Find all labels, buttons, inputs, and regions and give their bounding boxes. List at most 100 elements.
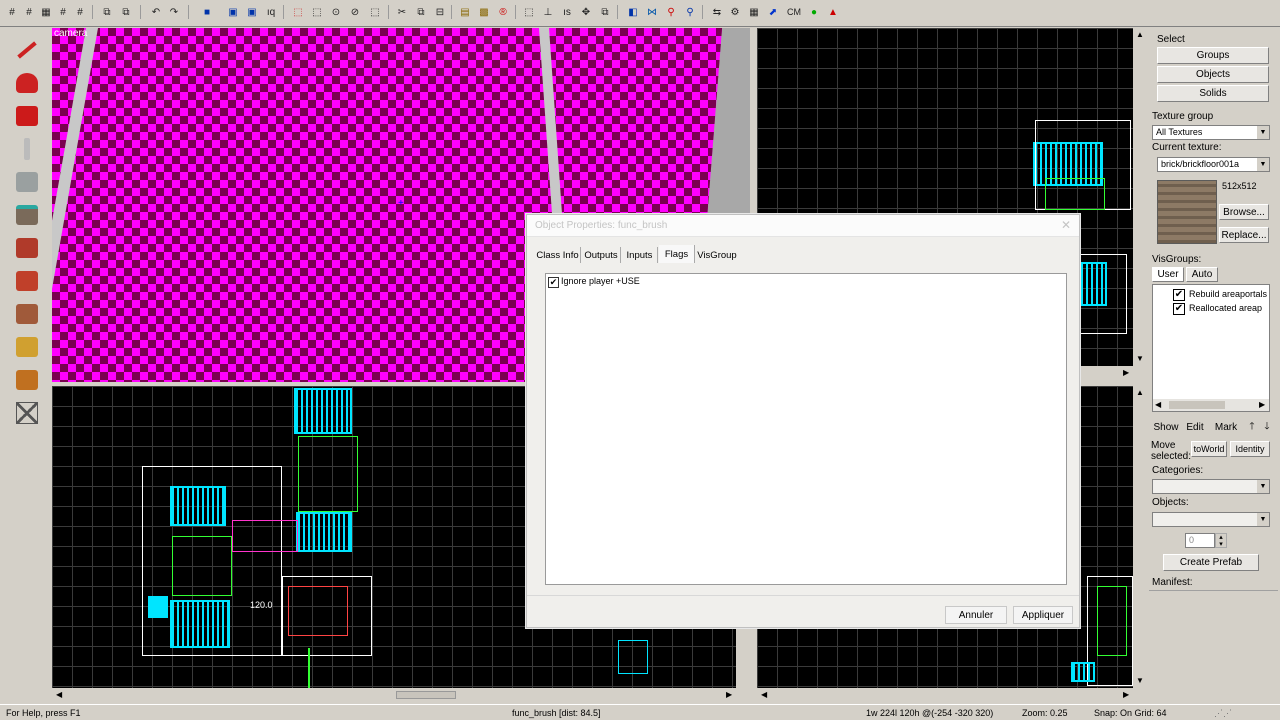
cubemap-button[interactable]: CM <box>784 4 804 20</box>
front-view-hscroll[interactable]: ◀ ▶ <box>52 688 736 702</box>
flags-list[interactable]: ✔ Ignore player +USE <box>545 273 1067 585</box>
entity-tool-icon[interactable] <box>9 132 45 165</box>
selected-brush-side-bottom <box>1071 662 1095 682</box>
texture-replace-icon[interactable]: ▩ <box>476 4 492 20</box>
selection-tool-icon[interactable] <box>9 33 45 66</box>
status-selection: func_brush [dist: 84.5] <box>512 708 601 718</box>
spinner-icon[interactable]: ▴ ▾ <box>1215 533 1227 548</box>
decal-icon[interactable]: ⚲ <box>682 4 698 20</box>
grid-larger-icon[interactable]: ▦ <box>38 4 54 20</box>
block-tool-icon[interactable] <box>9 165 45 198</box>
visgroup-label-2: Reallocated areap <box>1189 303 1263 313</box>
group-icon[interactable]: ⧉ <box>99 4 115 20</box>
path-icon[interactable]: ⋈ <box>644 4 660 20</box>
dialog-titlebar[interactable]: Object Properties: func_brush ✕ <box>527 215 1079 237</box>
grid-3d-icon[interactable]: # <box>72 4 88 20</box>
visgroup-checkbox-2[interactable]: ✔ <box>1173 303 1185 315</box>
toolbar-overlay-icon[interactable]: ⇆ <box>709 4 725 20</box>
grid-toggle-icon[interactable]: # <box>55 4 71 20</box>
tool-icon[interactable]: ▦ <box>746 4 762 20</box>
camera-tool-icon[interactable] <box>9 99 45 132</box>
radius-icon[interactable]: ® <box>495 4 511 20</box>
decal-tool-icon[interactable] <box>9 264 45 297</box>
mark-button[interactable]: Mark <box>1211 419 1241 435</box>
texture-apply-icon[interactable]: ▤ <box>457 4 473 20</box>
groups-button[interactable]: Groups <box>1157 47 1269 64</box>
current-texture-select[interactable]: brick/brickfloor001a ▼ <box>1157 157 1270 172</box>
chevron-down-icon: ▼ <box>1257 126 1269 139</box>
model-icon[interactable]: ⊥ <box>540 4 556 20</box>
undo-icon[interactable]: ↶ <box>148 4 164 20</box>
tab-outputs[interactable]: Outputs <box>582 247 621 263</box>
selection-box-icon[interactable]: ⬚ <box>521 4 537 20</box>
rotate-icon[interactable]: ⊙ <box>328 4 344 20</box>
move-down-icon[interactable]: 🡓 <box>1260 419 1274 435</box>
objects-select[interactable]: ▼ <box>1152 512 1270 527</box>
tab-visgroup[interactable]: VisGroup <box>696 247 738 263</box>
objects-button[interactable]: Objects <box>1157 66 1269 83</box>
clip-tool-icon[interactable] <box>9 297 45 330</box>
vertex-tool-icon[interactable] <box>9 330 45 363</box>
solids-button[interactable]: Solids <box>1157 85 1269 102</box>
main-toolbar: # # ▦ # # ⧉ ⧉ ↶ ↷ ■ ▣ ▣ ıq ⬚ ⬚ ⊙ ⊘ ⬚ ✂ ⧉… <box>0 0 1280 27</box>
close-icon[interactable]: ✕ <box>1061 218 1071 232</box>
entity-report-icon[interactable]: ◧ <box>625 4 641 20</box>
toggle-icon[interactable]: ıq <box>263 4 279 20</box>
redo-icon[interactable]: ↷ <box>166 4 182 20</box>
tab-auto[interactable]: Auto <box>1186 267 1218 282</box>
run-map-icon[interactable]: ● <box>806 4 822 20</box>
visgroups-list[interactable]: ✔ Rebuild areaportals ✔ Reallocated area… <box>1152 284 1270 412</box>
status-help: For Help, press F1 <box>6 708 81 718</box>
tab-user[interactable]: User <box>1152 267 1184 282</box>
edit-button[interactable]: Edit <box>1182 419 1208 435</box>
align-icon[interactable]: ⬚ <box>367 4 383 20</box>
identity-button[interactable]: Identity <box>1230 441 1270 457</box>
origin-icon[interactable]: ıs <box>559 4 575 20</box>
browse-button[interactable]: Browse... <box>1219 204 1269 220</box>
replace-button[interactable]: Replace... <box>1219 227 1269 243</box>
show-button[interactable]: Show <box>1152 419 1180 435</box>
toworld-button[interactable]: toWorld <box>1191 441 1227 457</box>
texture-lock-icon[interactable]: ⬚ <box>290 4 306 20</box>
tab-inputs[interactable]: Inputs <box>622 247 658 263</box>
side-view-hscroll[interactable]: ◀ ▶ <box>757 688 1133 702</box>
cordon-icon[interactable]: ▣ <box>244 4 260 20</box>
grid-icon[interactable]: # <box>4 4 20 20</box>
carve-icon[interactable]: ✂ <box>394 4 410 20</box>
apply-button[interactable]: Appliquer <box>1013 606 1073 624</box>
top-view-vscroll[interactable]: ▲ ▼ <box>1133 28 1147 368</box>
visgroup-checkbox-1[interactable]: ✔ <box>1173 289 1185 301</box>
flag-checkbox-ignore-use[interactable]: ✔ <box>548 277 559 288</box>
path-tool-icon[interactable] <box>9 363 45 396</box>
visgroup-icon[interactable]: ▣ <box>225 4 241 20</box>
prefab-count-input[interactable]: 0 <box>1185 533 1215 548</box>
measure-label: 120.0 <box>250 600 273 610</box>
chevron-down-icon: ▼ <box>1257 480 1269 493</box>
map-check-icon[interactable]: ⧉ <box>597 4 613 20</box>
texture-group-select[interactable]: All Textures ▼ <box>1152 125 1270 140</box>
scale-lock-icon[interactable]: ⬚ <box>309 4 325 20</box>
hide-icon[interactable]: ■ <box>199 4 215 20</box>
visgroups-hscroll[interactable]: ◀ ▶ <box>1153 399 1269 411</box>
flip-icon[interactable]: ⊘ <box>347 4 363 20</box>
tab-class-info[interactable]: Class Info <box>535 247 581 263</box>
tab-flags[interactable]: Flags <box>659 245 695 263</box>
side-view-vscroll[interactable]: ▲ ▼ <box>1133 386 1147 688</box>
overlay-tool-icon[interactable] <box>9 396 45 429</box>
categories-select[interactable]: ▼ <box>1152 479 1270 494</box>
create-prefab-button[interactable]: Create Prefab <box>1163 554 1259 571</box>
move-icon[interactable]: ✥ <box>578 4 594 20</box>
cancel-button[interactable]: Annuler <box>945 606 1007 624</box>
move-up-icon[interactable]: 🡑 <box>1245 419 1259 435</box>
run-icon[interactable]: ▲ <box>825 4 841 20</box>
make-hollow-icon[interactable]: ⧉ <box>413 4 429 20</box>
apply-texture-icon[interactable] <box>9 231 45 264</box>
clip-icon[interactable]: ⊟ <box>432 4 448 20</box>
texture-tool-icon[interactable] <box>9 198 45 231</box>
pointer-icon[interactable]: ⬈ <box>765 4 781 20</box>
grid-smaller-icon[interactable]: # <box>21 4 37 20</box>
ungroup-icon[interactable]: ⧉ <box>118 4 134 20</box>
settings-icon[interactable]: ⚙ <box>727 4 743 20</box>
entity-icon[interactable]: ⚲ <box>663 4 679 20</box>
magnify-tool-icon[interactable] <box>9 66 45 99</box>
